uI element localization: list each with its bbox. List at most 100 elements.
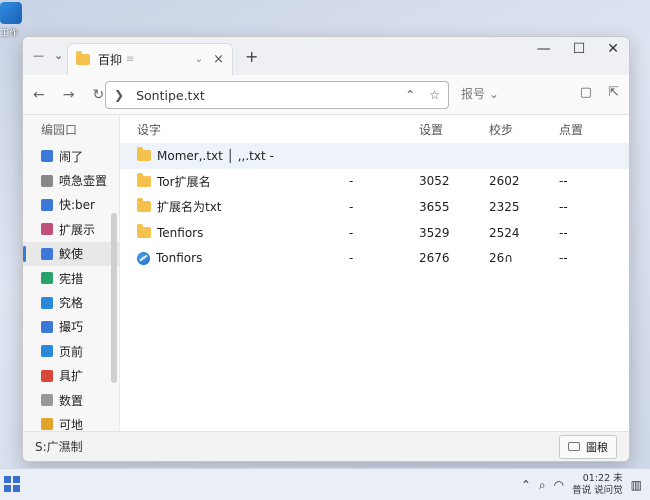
new-tab-button[interactable]: +	[245, 47, 258, 66]
sidebar-item-icon	[41, 272, 53, 285]
sidebar-item[interactable]: 闹了	[23, 144, 119, 168]
sidebar-item-icon	[41, 418, 53, 431]
forward-arrow-icon[interactable]: →	[63, 87, 75, 103]
sidebar-item[interactable]: 撮巧	[23, 315, 119, 339]
file-type: -	[349, 174, 354, 189]
navigation-buttons: ← → ↻	[33, 87, 104, 103]
sidebar-item[interactable]: 鮫使	[23, 241, 119, 266]
sidebar-item[interactable]: 具扩	[23, 364, 119, 388]
search-placeholder: 报号	[461, 87, 486, 101]
chevron-down-icon[interactable]: ⌄	[54, 49, 63, 62]
sidebar-item[interactable]: 快:ber	[23, 193, 119, 217]
tab-title: 百抑	[98, 53, 123, 67]
sidebar-item[interactable]: 宪措	[23, 266, 119, 290]
tab-chevron-icon[interactable]: ⌄	[195, 54, 203, 65]
start-logo-tile	[4, 476, 11, 483]
sidebar-item[interactable]: 页前	[23, 339, 119, 363]
address-value: Sontipe.txt	[136, 87, 205, 103]
status-text: S:广濕制	[35, 440, 83, 454]
star-icon[interactable]: ☆	[429, 88, 440, 102]
file-col-b: 2602	[489, 174, 520, 189]
file-col-b: 2524	[489, 225, 520, 240]
file-col-c: --	[559, 174, 568, 189]
maximize-button[interactable]: ☐	[573, 41, 586, 57]
file-col-c: --	[559, 199, 568, 214]
notification-icon[interactable]: ▥	[631, 478, 642, 492]
chevron-right-icon[interactable]: ❯	[114, 88, 124, 102]
chevron-up-icon[interactable]: ⌃	[405, 88, 415, 102]
clock[interactable]: 01:22 未 普说 说问觉	[572, 473, 623, 497]
tab-current-folder[interactable]: 百抑 ≡ ⌄ ×	[67, 43, 233, 75]
view-label: 圖稂	[586, 440, 608, 454]
search-box[interactable]: 报号 ⌄	[461, 85, 499, 102]
sidebar-item-icon	[41, 345, 53, 358]
taskbar: ⌃ ⌕ ◠ 01:22 未 普说 说问觉 ▥	[0, 468, 650, 500]
file-type: -	[349, 225, 354, 240]
table-row[interactable]: Tor扩展名 - 3052 2602 --	[120, 169, 629, 195]
sidebar-item-label: 闹了	[59, 149, 84, 164]
window-menu-icon[interactable]: —	[33, 49, 44, 62]
sidebar-item-label: 快:ber	[59, 198, 95, 213]
sidebar-item[interactable]: 数置	[23, 388, 119, 412]
sidebar-item-label: 鮫使	[59, 247, 84, 262]
table-row[interactable]: 扩展名为txt - 3655 2325 --	[120, 194, 629, 220]
file-name: Tenfiors	[157, 225, 204, 240]
file-col-b: 2325	[489, 199, 520, 214]
sidebar-item[interactable]: 扩展示	[23, 217, 119, 241]
folder-icon	[137, 198, 151, 213]
sidebar-item-icon	[41, 394, 53, 407]
table-row[interactable]: Tonfiors - 2676 26∩ --	[120, 245, 629, 271]
minimize-button[interactable]: —	[537, 41, 551, 57]
view-toggle-button[interactable]: 圖稂	[559, 434, 617, 459]
column-header-c[interactable]: 点置	[559, 121, 629, 138]
network-icon[interactable]: ◠	[554, 478, 564, 492]
sidebar-scrollbar[interactable]	[111, 213, 117, 383]
table-row[interactable]: Momer,.txt │ ,,.txt -	[120, 143, 629, 169]
globe-icon	[137, 251, 150, 265]
sidebar-item[interactable]: 喷急壶置	[23, 168, 119, 192]
sidebar-item-icon	[41, 198, 53, 211]
copy-icon[interactable]: ▢	[580, 85, 592, 100]
file-name: Tonfiors	[156, 251, 203, 266]
folder-icon	[137, 224, 151, 239]
address-actions: ⌃ ☆	[405, 88, 440, 102]
file-name: 扩展名为txt	[157, 200, 222, 215]
folder-icon	[137, 172, 151, 187]
sidebar-item-label: 喷急壶置	[59, 174, 108, 189]
sidebar-item-label: 数置	[59, 393, 84, 408]
file-col-a: 3655	[419, 199, 450, 214]
file-col-a: 3052	[419, 174, 450, 189]
explorer-body: 编园口 闹了喷急壶置快:ber扩展示鮫使宪措究格撮巧页前具扩数置可地历奇 设字 …	[23, 115, 629, 456]
column-header-name[interactable]: 设字	[137, 121, 349, 138]
file-rows: Momer,.txt │ ,,.txt - Tor扩展名 -3052 2602 -- 扩展…	[120, 143, 629, 271]
start-button[interactable]	[4, 476, 20, 492]
start-logo-tile	[13, 476, 20, 483]
chevron-up-icon[interactable]: ⌃	[521, 478, 531, 492]
file-col-c: --	[559, 225, 568, 240]
file-name-cell: Momer,.txt │ ,,.txt -	[137, 147, 349, 163]
close-button[interactable]: ✕	[607, 41, 619, 57]
file-col-a: 2676	[419, 251, 450, 266]
file-name-cell: Tenfiors	[137, 224, 349, 240]
clock-time: 01:22 未	[582, 473, 623, 484]
share-icon[interactable]: ⇱	[608, 85, 619, 100]
sidebar-item-label: 页前	[59, 344, 84, 359]
column-header-b[interactable]: 校步	[489, 121, 559, 138]
sidebar-item[interactable]: 究格	[23, 290, 119, 314]
file-name: Momer,.txt │ ,,.txt -	[157, 148, 274, 163]
folder-icon	[76, 51, 90, 65]
desktop-icon[interactable]: 工作	[0, 2, 24, 44]
table-row[interactable]: Tenfiors - 3529 2524 --	[120, 220, 629, 246]
address-input[interactable]: ❯ Sontipe.txt ⌃ ☆	[105, 81, 449, 109]
refresh-icon[interactable]: ↻	[92, 87, 104, 103]
back-arrow-icon[interactable]: ←	[33, 87, 45, 103]
file-col-c: --	[559, 251, 568, 266]
start-logo-tile	[13, 485, 20, 492]
sidebar-item-icon	[41, 223, 53, 236]
column-header-a[interactable]: 设置	[419, 121, 489, 138]
column-headers: 设字 设置 校步 点置	[120, 115, 629, 143]
details-view-icon	[568, 442, 580, 451]
desktop-icon-label: 工作	[0, 29, 19, 39]
search-icon[interactable]: ⌕	[539, 478, 546, 493]
tab-close-button[interactable]: ×	[213, 52, 224, 67]
